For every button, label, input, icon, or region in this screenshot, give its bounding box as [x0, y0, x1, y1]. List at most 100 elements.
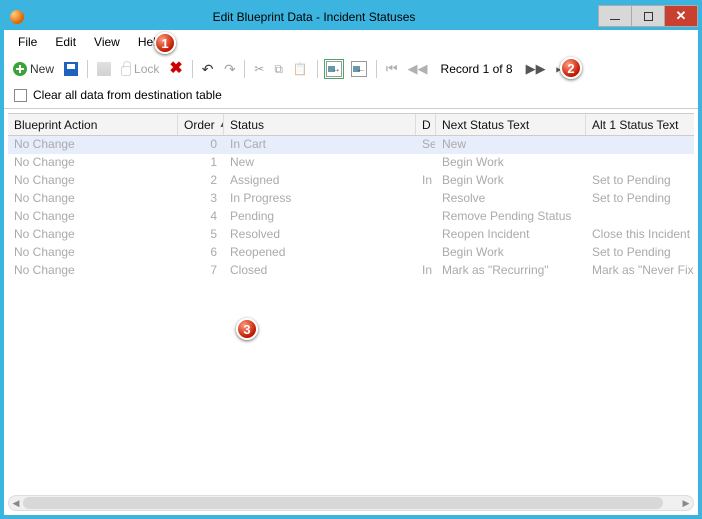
col-header-order-label: Order	[184, 118, 215, 132]
cell-display: In	[416, 172, 436, 190]
table-row[interactable]: No Change7ClosedInMark as "Recurring"Mar…	[8, 262, 694, 280]
cell-alt	[586, 136, 694, 154]
cancel-button[interactable]: ✖	[166, 60, 185, 78]
cell-order: 6	[178, 244, 224, 262]
cell-next: Begin Work	[436, 172, 586, 190]
nav-prev-icon: ◀◀	[408, 61, 428, 77]
col-header-alt[interactable]: Alt 1 Status Text	[586, 114, 694, 135]
cell-order: 4	[178, 208, 224, 226]
table-row[interactable]: No Change0In CartSeNew	[8, 136, 694, 154]
lock-button[interactable]: Lock	[118, 60, 162, 78]
callout-3: 3	[236, 318, 258, 340]
save-button[interactable]	[61, 60, 81, 78]
nav-prev-button[interactable]: ◀◀	[405, 59, 431, 79]
options-row: Clear all data from destination table	[4, 84, 698, 109]
minimize-button[interactable]	[598, 5, 632, 27]
menu-file[interactable]: File	[10, 33, 45, 51]
cell-order: 5	[178, 226, 224, 244]
cell-order: 1	[178, 154, 224, 172]
table-row[interactable]: No Change4PendingRemove Pending Status	[8, 208, 694, 226]
paste-button[interactable]: 📋	[290, 60, 311, 78]
cut-button[interactable]: ✂	[251, 60, 267, 78]
copy-icon: ⧉	[274, 62, 283, 77]
new-button[interactable]: New	[10, 60, 57, 78]
copy-button[interactable]: ⧉	[271, 60, 286, 79]
nav-first-icon: ⏮	[386, 61, 398, 77]
menu-edit[interactable]: Edit	[47, 33, 84, 51]
col-header-action[interactable]: Blueprint Action	[8, 114, 178, 135]
table-row[interactable]: No Change1NewBegin Work	[8, 154, 694, 172]
cell-status: Reopened	[224, 244, 416, 262]
toolbar: New Lock ✖ ↶ ↶ ✂ ⧉ 📋 → ← ⏮ ◀◀ Record 1 o…	[4, 54, 698, 84]
delete-button[interactable]	[94, 60, 114, 78]
cell-next: Reopen Incident	[436, 226, 586, 244]
cell-next: Begin Work	[436, 154, 586, 172]
save-icon	[64, 62, 78, 76]
cell-alt: Mark as "Never Fixed"	[586, 262, 694, 280]
cell-action: No Change	[8, 226, 178, 244]
cell-display	[416, 226, 436, 244]
table-row[interactable]: No Change2AssignedInBegin WorkSet to Pen…	[8, 172, 694, 190]
insert-row-button[interactable]: →	[324, 59, 344, 79]
nav-first-button[interactable]: ⏮	[383, 59, 401, 79]
callout-2: 2	[560, 57, 582, 79]
horizontal-scrollbar[interactable]: ◀ ▶	[8, 495, 694, 511]
cell-alt	[586, 154, 694, 172]
cell-status: Assigned	[224, 172, 416, 190]
cell-next: Remove Pending Status	[436, 208, 586, 226]
undo-button[interactable]: ↶	[199, 59, 217, 80]
cut-icon: ✂	[254, 62, 264, 76]
cell-alt: Close this Incident	[586, 226, 694, 244]
table-row[interactable]: No Change6ReopenedBegin WorkSet to Pendi…	[8, 244, 694, 262]
remove-row-icon: ←	[351, 61, 367, 77]
app-icon	[10, 10, 24, 24]
callout-1: 1	[154, 32, 176, 54]
redo-button[interactable]: ↶	[221, 59, 239, 80]
maximize-button[interactable]	[631, 5, 665, 27]
cell-status: Resolved	[224, 226, 416, 244]
clear-data-label: Clear all data from destination table	[33, 88, 222, 102]
insert-row-icon: →	[326, 61, 342, 77]
cell-order: 7	[178, 262, 224, 280]
plus-icon	[13, 62, 27, 76]
nav-next-button[interactable]: ▶▶	[523, 59, 549, 79]
cell-display	[416, 190, 436, 208]
nav-next-icon: ▶▶	[526, 61, 546, 77]
cell-order: 2	[178, 172, 224, 190]
remove-row-button[interactable]: ←	[348, 59, 370, 79]
cell-alt: Set to Pending	[586, 172, 694, 190]
cell-action: No Change	[8, 262, 178, 280]
cell-action: No Change	[8, 172, 178, 190]
col-header-status[interactable]: Status	[224, 114, 416, 135]
lock-label: Lock	[134, 62, 159, 76]
cell-display	[416, 208, 436, 226]
clear-data-checkbox[interactable]	[14, 89, 27, 102]
menu-view[interactable]: View	[86, 33, 128, 51]
cell-alt: Set to Pending	[586, 190, 694, 208]
data-grid: Blueprint Action Order ▲ Status D Next S…	[8, 113, 694, 493]
cell-status: Pending	[224, 208, 416, 226]
cell-status: New	[224, 154, 416, 172]
scroll-right-icon[interactable]: ▶	[680, 497, 692, 509]
undo-icon: ↶	[202, 61, 214, 78]
close-button[interactable]: ✕	[664, 5, 698, 27]
separator	[244, 60, 245, 78]
redo-icon: ↶	[224, 61, 236, 78]
cell-display: In	[416, 262, 436, 280]
cell-next: Mark as "Recurring"	[436, 262, 586, 280]
col-header-next[interactable]: Next Status Text	[436, 114, 586, 135]
col-header-display[interactable]: D	[416, 114, 436, 135]
cell-alt: Set to Pending	[586, 244, 694, 262]
separator	[87, 60, 88, 78]
table-row[interactable]: No Change5Resolved Reopen IncidentClose t…	[8, 226, 694, 244]
table-row[interactable]: No Change3In ProgressResolveSet to Pendi…	[8, 190, 694, 208]
grid-body[interactable]: No Change0In CartSeNewNo Change1NewBegin…	[8, 136, 694, 493]
cell-order: 3	[178, 190, 224, 208]
separator	[376, 60, 377, 78]
cell-next: Resolve	[436, 190, 586, 208]
scroll-thumb[interactable]	[23, 497, 663, 509]
col-header-order[interactable]: Order ▲	[178, 114, 224, 135]
cell-display	[416, 154, 436, 172]
scroll-left-icon[interactable]: ◀	[10, 497, 22, 509]
red-x-icon: ✖	[169, 62, 182, 76]
